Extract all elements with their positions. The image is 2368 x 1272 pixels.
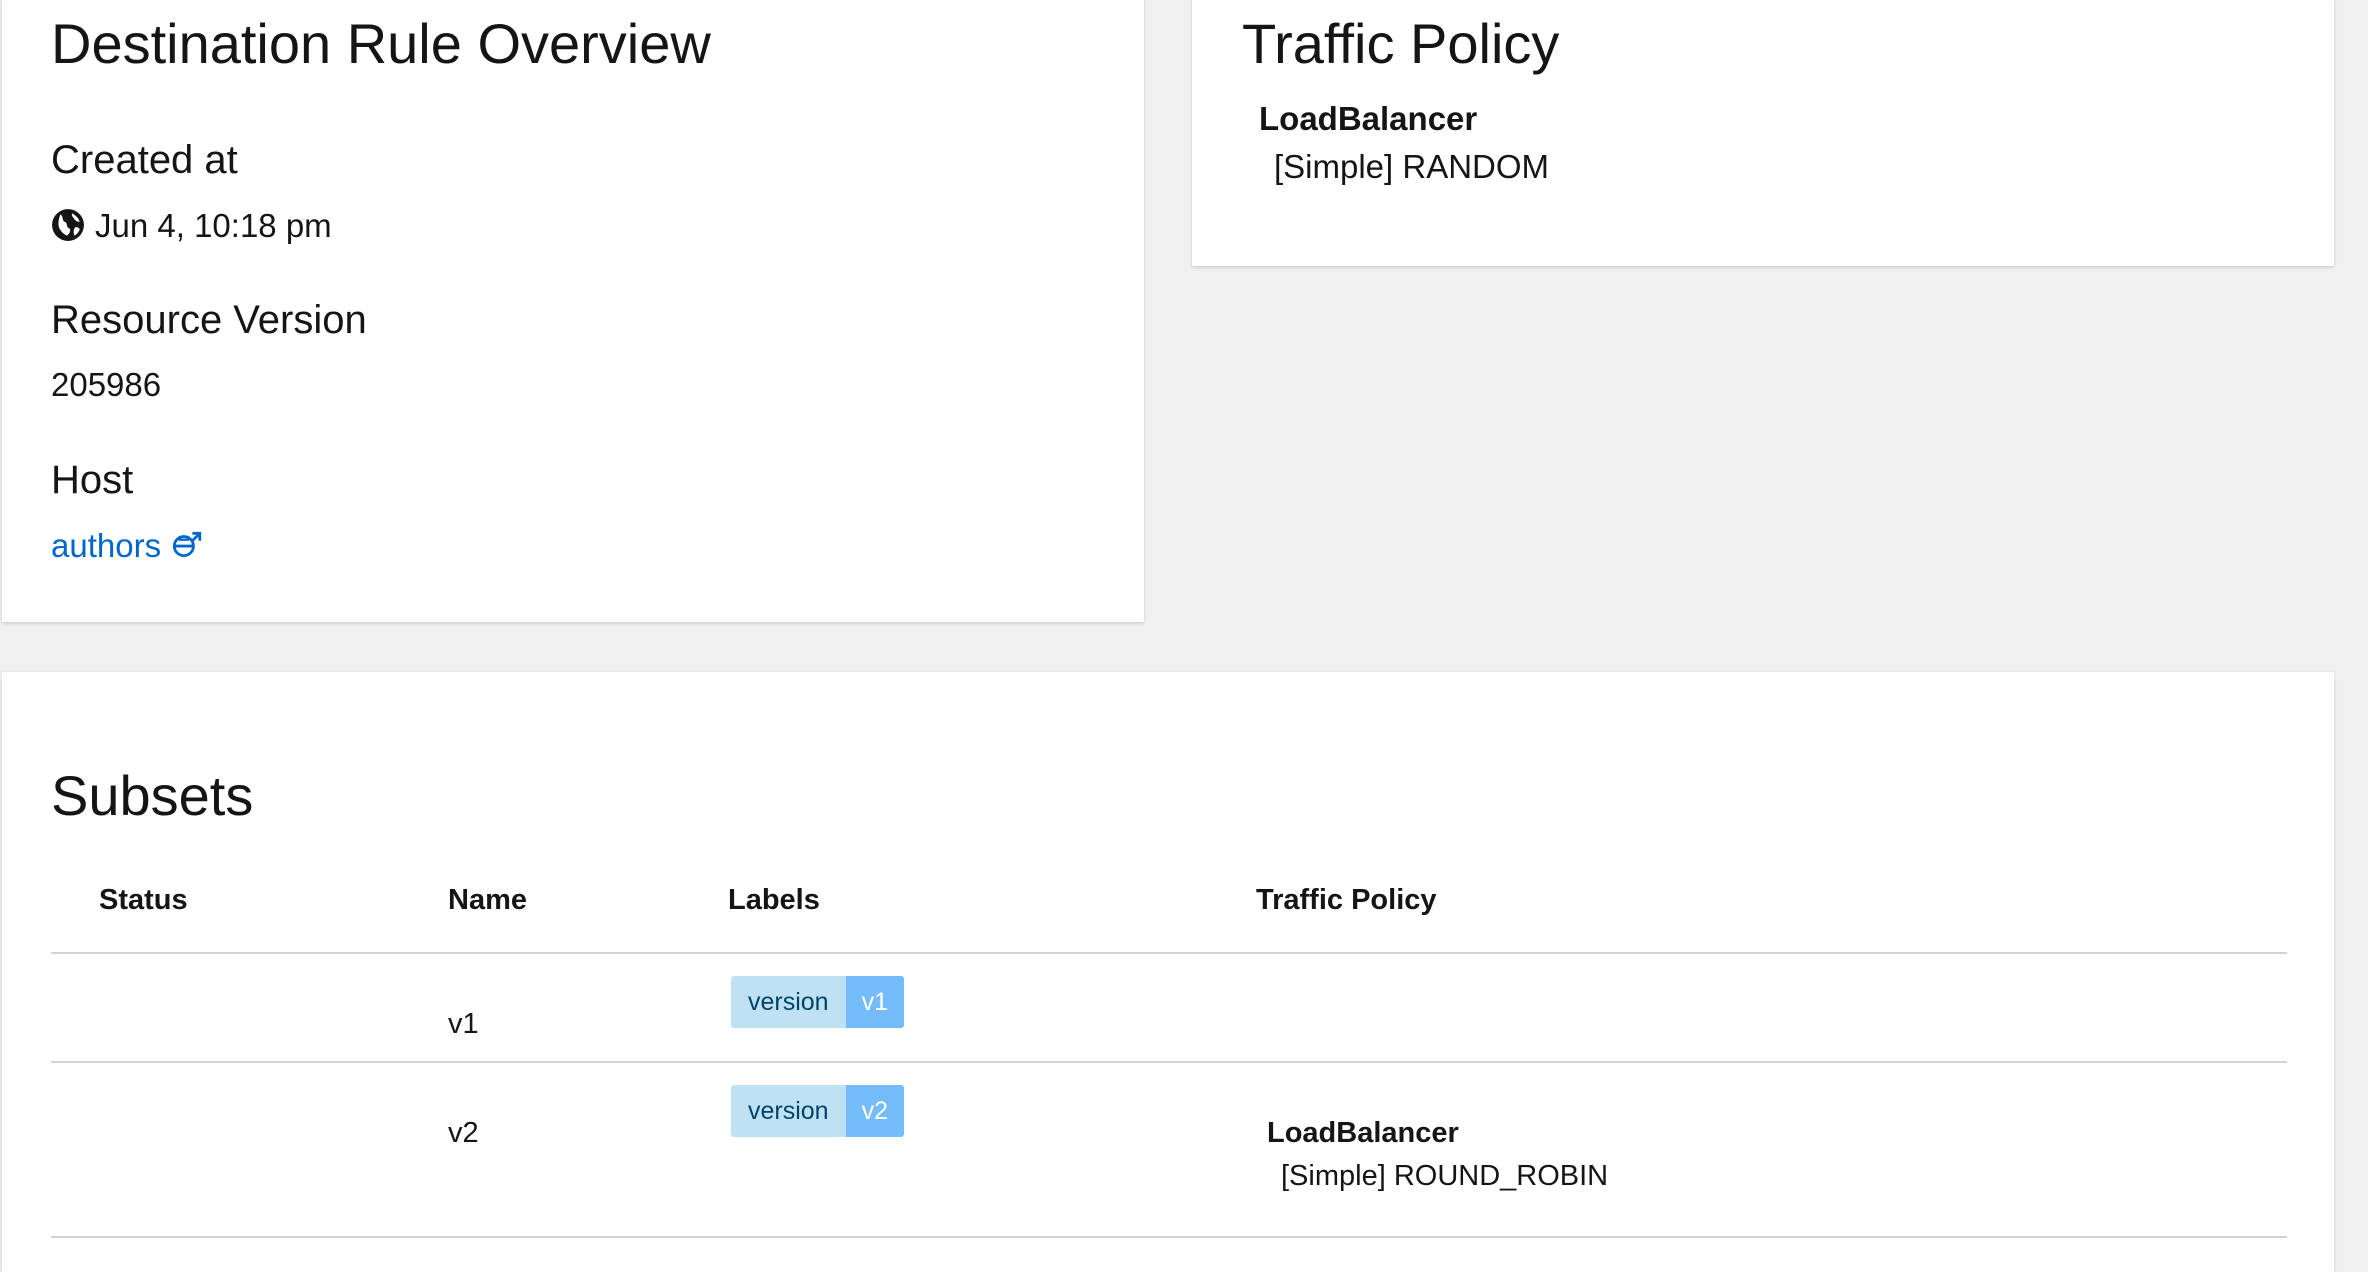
overview-title: Destination Rule Overview bbox=[51, 12, 711, 75]
column-header-status: Status bbox=[99, 884, 188, 916]
label-badge: version v2 bbox=[731, 1085, 904, 1137]
created-at-text: Jun 4, 10:18 pm bbox=[95, 206, 332, 244]
host-link-text[interactable]: authors bbox=[51, 529, 161, 562]
service-link-icon[interactable] bbox=[169, 528, 203, 562]
column-header-labels: Labels bbox=[728, 884, 820, 916]
column-header-name: Name bbox=[448, 884, 527, 916]
globe-icon bbox=[52, 209, 84, 241]
created-at-value: Jun 4, 10:18 pm bbox=[51, 208, 332, 242]
label-value: v1 bbox=[845, 976, 904, 1028]
load-balancer-value: [Simple] RANDOM bbox=[1274, 148, 1550, 185]
host-value: authors bbox=[51, 528, 203, 562]
label-key: version bbox=[731, 976, 846, 1028]
host-link[interactable]: authors bbox=[51, 528, 203, 562]
created-at-label: Created at bbox=[51, 138, 238, 182]
row-traffic-policy-label: LoadBalancer bbox=[1267, 1117, 1459, 1149]
host-label: Host bbox=[51, 458, 134, 502]
label-value: v2 bbox=[845, 1085, 904, 1137]
subsets-title: Subsets bbox=[51, 764, 254, 827]
destination-rule-overview-card: Destination Rule Overview Created at Jun… bbox=[2, 0, 1144, 622]
resource-version-value: 205986 bbox=[51, 366, 162, 403]
subsets-card: Subsets Status Name Labels Traffic Polic… bbox=[2, 672, 2334, 1272]
row-name: v1 bbox=[448, 1008, 479, 1040]
row-traffic-policy-value: [Simple] ROUND_ROBIN bbox=[1281, 1160, 1609, 1192]
row-divider bbox=[51, 1236, 2287, 1238]
row-divider bbox=[51, 1061, 2287, 1063]
resource-version-label: Resource Version bbox=[51, 298, 367, 342]
label-key: version bbox=[731, 1085, 846, 1137]
traffic-policy-title: Traffic Policy bbox=[1242, 12, 1560, 75]
row-name: v2 bbox=[448, 1117, 479, 1149]
label-badge: version v1 bbox=[731, 976, 904, 1028]
header-divider bbox=[51, 952, 2287, 954]
column-header-traffic-policy: Traffic Policy bbox=[1256, 884, 1437, 916]
load-balancer-label: LoadBalancer bbox=[1259, 100, 1478, 137]
traffic-policy-card: Traffic Policy LoadBalancer [Simple] RAN… bbox=[1192, 0, 2334, 266]
